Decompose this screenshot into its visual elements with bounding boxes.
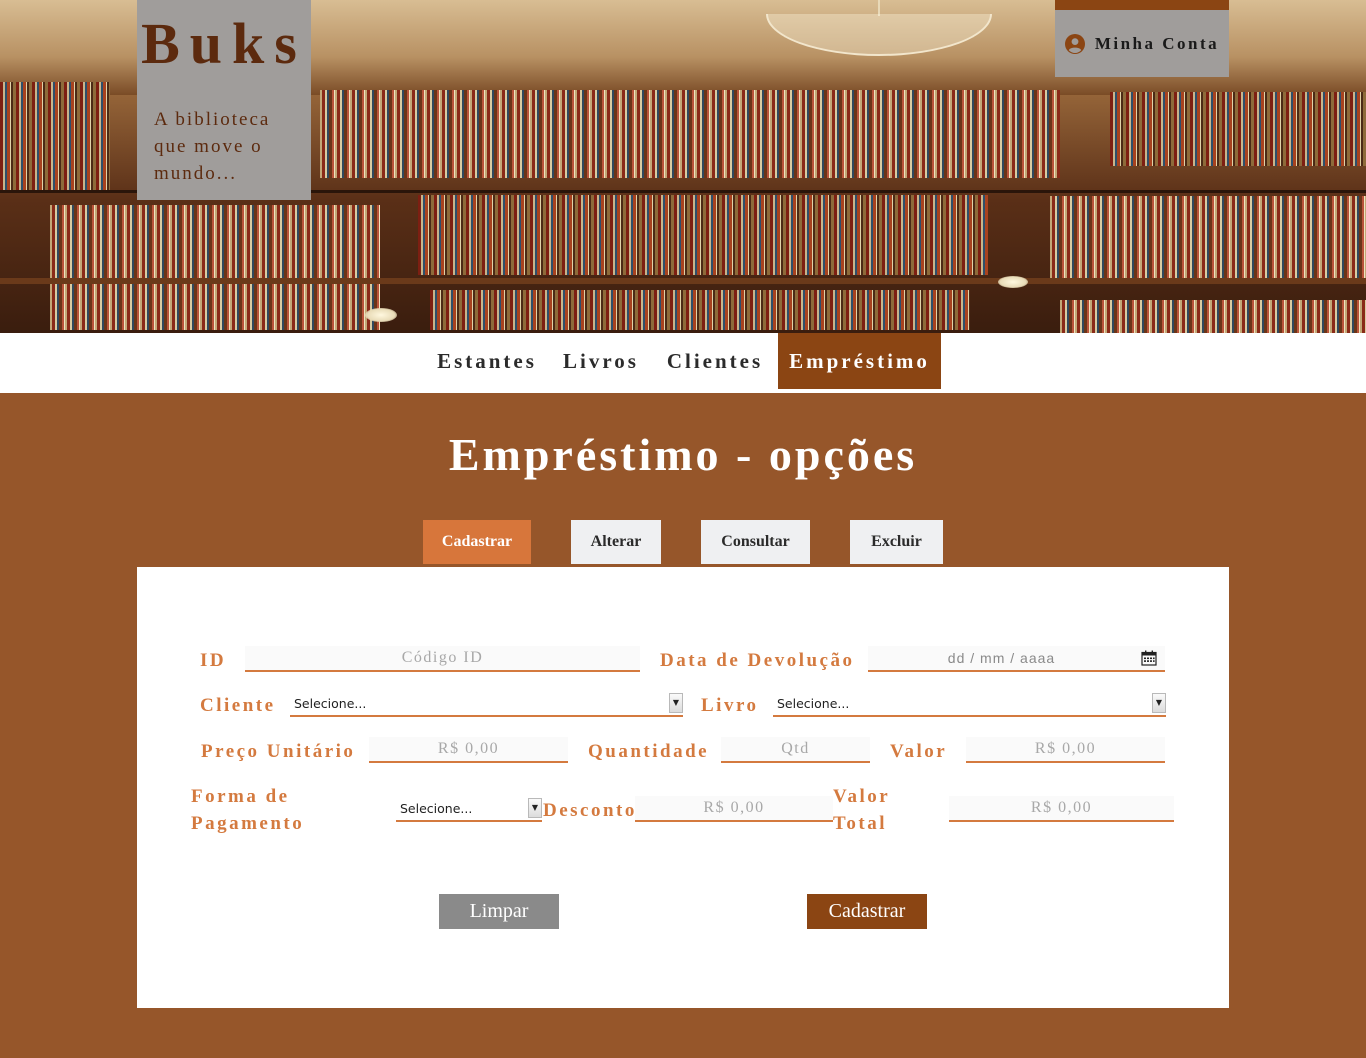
return-date-input[interactable]: dd / mm / aaaa bbox=[868, 646, 1165, 672]
id-label: ID bbox=[200, 650, 227, 671]
nav-item-clientes[interactable]: Clientes bbox=[657, 333, 773, 389]
clear-button[interactable]: Limpar bbox=[439, 894, 559, 929]
client-label: Cliente bbox=[200, 695, 276, 716]
return-date-placeholder: dd / mm / aaaa bbox=[947, 650, 1056, 666]
bookshelf bbox=[50, 205, 380, 330]
book-select[interactable]: Selecione... ▼ bbox=[773, 693, 1166, 717]
user-circle-icon bbox=[1064, 33, 1085, 54]
discount-label: Desconto bbox=[543, 800, 637, 821]
chevron-down-icon[interactable]: ▼ bbox=[669, 693, 683, 713]
hero-banner: Buks A biblioteca que move o mundo... Mi… bbox=[0, 0, 1366, 333]
main-nav: Estantes Livros Clientes Empréstimo bbox=[0, 333, 1366, 393]
bookshelf bbox=[0, 82, 110, 192]
value-label: Valor bbox=[890, 741, 948, 762]
payment-select[interactable]: Selecione... ▼ bbox=[396, 798, 542, 822]
total-input[interactable] bbox=[949, 796, 1174, 822]
id-input[interactable] bbox=[245, 646, 640, 672]
nav-item-emprestimo[interactable]: Empréstimo bbox=[778, 333, 941, 389]
tab-alterar[interactable]: Alterar bbox=[571, 520, 661, 564]
bookshelf bbox=[1060, 300, 1366, 333]
book-select-value: Selecione... bbox=[777, 696, 850, 711]
page-title: Empréstimo - opções bbox=[448, 429, 918, 480]
account-button[interactable]: Minha Conta bbox=[1055, 0, 1229, 77]
client-select-value: Selecione... bbox=[294, 696, 367, 711]
discount-input[interactable] bbox=[635, 796, 833, 822]
chevron-down-icon[interactable]: ▼ bbox=[528, 798, 542, 818]
return-date-label: Data de Devolução bbox=[660, 650, 855, 671]
lamp bbox=[365, 308, 397, 322]
bookshelf bbox=[320, 90, 1060, 178]
brand-box: Buks A biblioteca que move o mundo... bbox=[137, 0, 311, 200]
payment-select-value: Selecione... bbox=[400, 801, 473, 816]
bookshelf bbox=[1050, 196, 1366, 281]
bookshelf bbox=[430, 290, 970, 330]
account-label: Minha Conta bbox=[1094, 33, 1220, 53]
quantity-label: Quantidade bbox=[588, 741, 710, 762]
book-label: Livro bbox=[701, 695, 759, 716]
payment-label: Forma de Pagamento bbox=[191, 786, 305, 834]
brand-tagline: A biblioteca que move o mundo... bbox=[154, 109, 271, 184]
lamp bbox=[998, 276, 1028, 288]
calendar-icon[interactable] bbox=[1141, 650, 1157, 666]
nav-item-livros[interactable]: Livros bbox=[552, 333, 650, 389]
tab-excluir[interactable]: Excluir bbox=[850, 520, 943, 564]
submit-button[interactable]: Cadastrar bbox=[807, 894, 927, 929]
total-label: Valor Total bbox=[833, 786, 890, 834]
bookshelf bbox=[418, 195, 988, 275]
unit-price-label: Preço Unitário bbox=[201, 741, 356, 762]
client-select[interactable]: Selecione... ▼ bbox=[290, 693, 683, 717]
loan-form: ID Data de Devolução dd / mm / aaaa Clie… bbox=[137, 567, 1229, 1008]
bookshelf bbox=[1110, 92, 1366, 166]
chevron-down-icon[interactable]: ▼ bbox=[1152, 693, 1166, 713]
nav-item-estantes[interactable]: Estantes bbox=[427, 333, 547, 389]
tab-consultar[interactable]: Consultar bbox=[701, 520, 810, 564]
shelf-ledge bbox=[0, 278, 1366, 284]
tab-cadastrar[interactable]: Cadastrar bbox=[423, 520, 531, 564]
quantity-input[interactable] bbox=[721, 737, 870, 763]
unit-price-input[interactable] bbox=[369, 737, 568, 763]
brand-title: Buks bbox=[141, 11, 307, 76]
value-input[interactable] bbox=[966, 737, 1165, 763]
